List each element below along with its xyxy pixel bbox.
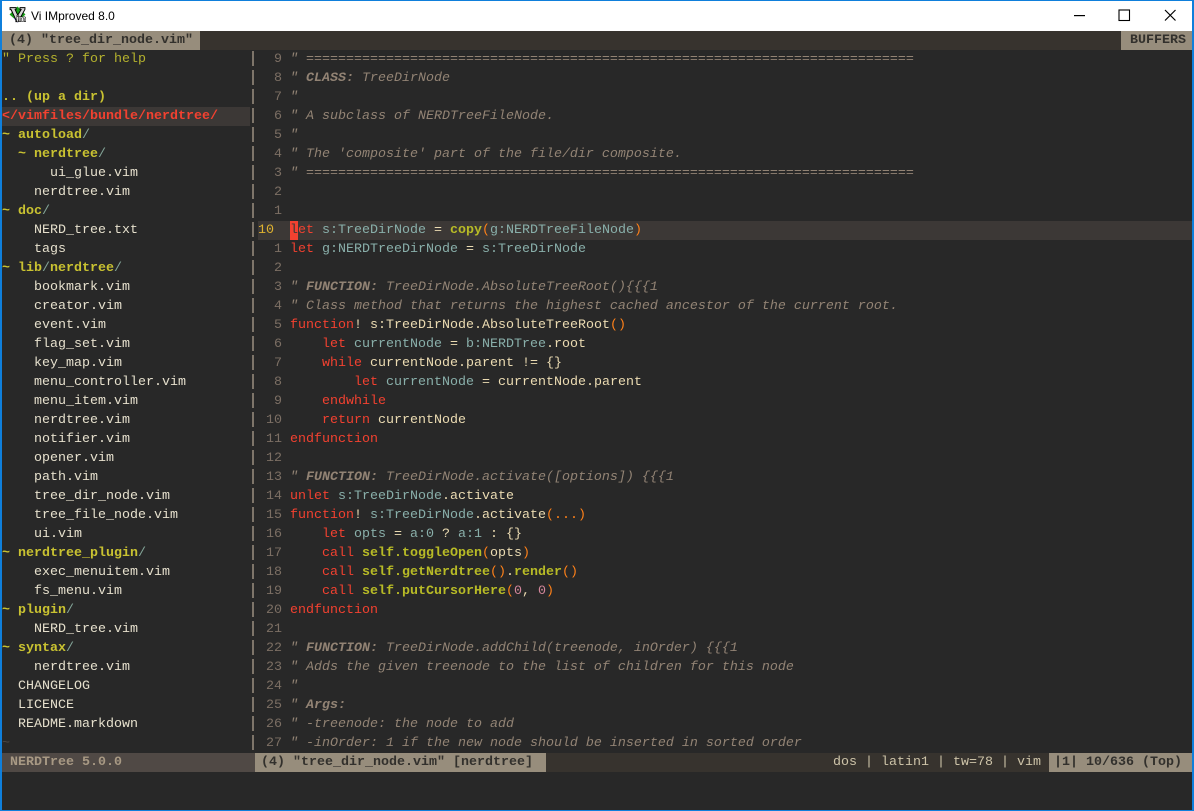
svg-text:im: im bbox=[16, 14, 26, 23]
